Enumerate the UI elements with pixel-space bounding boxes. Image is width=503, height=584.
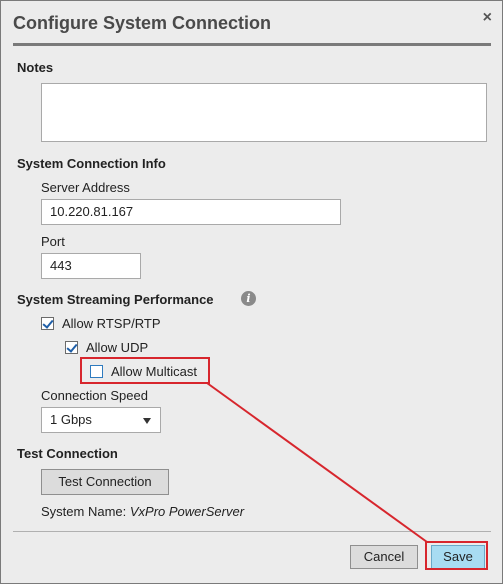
allow-rtsp-label[interactable]: Allow RTSP/RTP — [62, 316, 161, 331]
allow-udp-label[interactable]: Allow UDP — [86, 340, 148, 355]
title-divider — [13, 43, 491, 46]
multicast-highlight-box — [80, 357, 210, 384]
test-connection-button[interactable]: Test Connection — [41, 469, 169, 495]
port-label: Port — [41, 234, 65, 249]
streaming-heading: System Streaming Performance — [17, 292, 214, 307]
system-name-value: VxPro PowerServer — [129, 504, 245, 519]
system-name-row: System Name: VxPro PowerServer — [41, 504, 244, 519]
connection-info-heading: System Connection Info — [17, 156, 166, 171]
server-address-label: Server Address — [41, 180, 130, 195]
chevron-down-icon — [143, 418, 151, 424]
notes-heading: Notes — [17, 60, 54, 75]
info-icon[interactable]: i — [241, 291, 256, 306]
port-input[interactable]: 443 — [41, 253, 141, 279]
server-address-input[interactable]: 10.220.81.167 — [41, 199, 341, 225]
save-highlight-box — [425, 541, 488, 570]
dialog-title: Configure System Connection — [13, 13, 272, 33]
cancel-button[interactable]: Cancel — [350, 545, 418, 569]
configure-system-connection-dialog: Configure System Connection × Notes Syst… — [0, 0, 503, 584]
connection-speed-value: 1 Gbps — [50, 412, 92, 427]
allow-rtsp-checkbox[interactable] — [41, 317, 54, 330]
system-name-label: System Name: — [41, 504, 127, 519]
close-icon[interactable]: × — [483, 9, 492, 27]
notes-textarea[interactable] — [41, 83, 487, 142]
test-connection-heading: Test Connection — [17, 446, 118, 461]
connection-speed-label: Connection Speed — [41, 388, 148, 403]
connection-speed-select[interactable]: 1 Gbps — [41, 407, 161, 433]
allow-udp-checkbox[interactable] — [65, 341, 78, 354]
footer-divider — [13, 531, 491, 532]
